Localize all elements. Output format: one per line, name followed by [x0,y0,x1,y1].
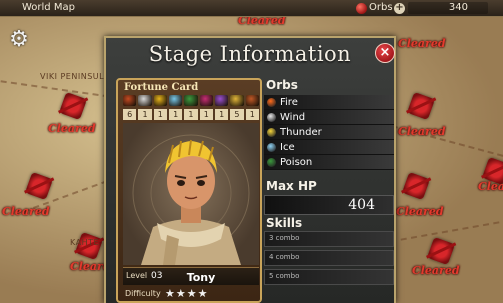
map-place-label: KAHTE [70,238,100,247]
orb-count-value: 6 [123,109,137,120]
difficulty-stars: ★★★★ [165,287,209,300]
fortune-card-icons [123,95,259,107]
poison-icon [267,158,276,167]
orb-row-fire: Fire [264,95,394,110]
orb-type-icon [245,95,259,106]
map-place-label: VIKI PENINSULA [40,72,111,81]
character-name: Tony [186,271,216,284]
orb-name: Fire [280,97,298,108]
orb-row-thunder: Thunder [264,125,394,140]
orb-type-icon [123,95,137,106]
orb-name: Poison [280,157,313,168]
orb-name: Ice [280,142,295,153]
difficulty-label: Difficulty [125,289,161,298]
skill-slot[interactable]: 5 combo [264,269,394,285]
orb-count-value: 5 [230,109,244,120]
orbs-count: 340 [408,2,488,14]
fortune-card-title: Fortune Card [124,82,199,93]
orbs-header: Orbs [266,78,298,92]
orb-name: Thunder [280,127,322,138]
cleared-stage-marker[interactable] [406,91,436,121]
level-row: Level 03 Tony [123,267,259,285]
dialog-title: Stage Information [148,42,352,66]
orb-name: Wind [280,112,306,123]
character-portrait [123,123,259,265]
cleared-label: Cleared [396,205,444,218]
cleared-stage-marker[interactable] [426,236,456,266]
orbs-label: Orbs [369,2,393,13]
skill-slot-label: 3 combo [269,234,300,242]
orb-count-value: 1 [168,109,183,120]
max-hp-value: 404 [348,197,375,213]
orb-row-poison: Poison [264,155,394,170]
fire-icon [267,98,276,107]
ice-icon [267,143,276,152]
skills-header: Skills [266,216,303,230]
skill-slot-label: 4 combo [269,253,300,261]
orb-count-value: 1 [214,109,229,120]
orb-count-value: 1 [245,109,259,120]
cleared-label: Cleared [412,264,460,277]
skill-slot[interactable]: 4 combo [264,250,394,266]
cleared-stage-marker[interactable] [24,171,54,201]
orb-row-wind: Wind [264,110,394,125]
map-road [400,221,500,241]
top-bar: World Map Orbs + 340 [0,0,503,17]
thunder-icon [267,128,276,137]
orb-count-value: 1 [184,109,198,120]
screen-title: World Map [22,2,75,13]
max-hp-box: 404 [264,195,394,215]
cleared-label: Cleared [398,37,446,50]
cleared-label: Cleared [398,125,446,138]
orb-type-icon [199,95,213,106]
orb-row-ice: Ice [264,140,394,155]
orb-icon [356,3,367,14]
orb-type-icon [184,95,198,106]
orbs-list: Fire Wind Thunder Ice Poison [264,95,394,170]
close-button[interactable]: × [375,43,395,63]
cleared-stage-marker[interactable] [401,171,431,201]
wind-icon [267,113,276,122]
fortune-card: Fortune Card 6 1 1 1 1 1 1 5 1 Level 03 … [116,78,262,303]
difficulty-row: Difficulty ★★★★ [123,287,259,301]
max-hp-header: Max HP [266,179,317,193]
orb-type-icon [230,95,244,106]
add-orbs-button[interactable]: + [394,3,405,14]
orb-type-icon [138,95,152,106]
orb-type-icon [153,95,167,106]
cleared-stage-marker[interactable] [58,91,88,121]
orb-type-icon [214,95,229,106]
cleared-label: Cleared [478,180,503,193]
skill-slot-label: 5 combo [269,272,300,280]
orb-type-icon [168,95,183,106]
cleared-label: Cleared [48,122,96,135]
cleared-label: Cleared [2,205,50,218]
orb-count-value: 1 [153,109,167,120]
character-portrait-art [132,134,250,265]
orb-count-value: 1 [138,109,152,120]
orb-count-value: 1 [199,109,213,120]
stage-information-dialog: Stage Information × Fortune Card 6 1 1 1… [104,36,396,303]
fortune-card-counts: 6 1 1 1 1 1 1 5 1 [123,109,259,120]
gear-icon[interactable]: ⚙ [8,29,30,51]
skill-slot[interactable]: 3 combo [264,231,394,247]
